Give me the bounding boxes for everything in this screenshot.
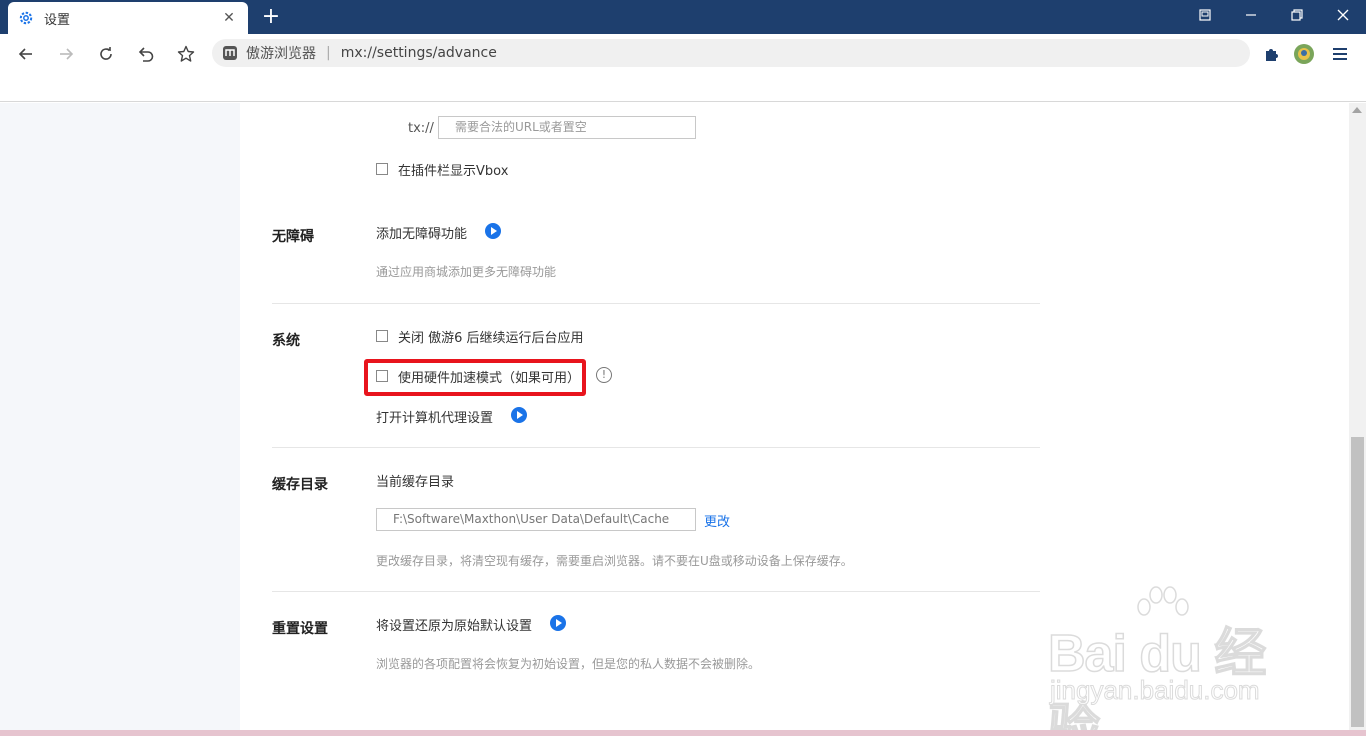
restore-icon bbox=[1291, 9, 1303, 21]
hamburger-menu-icon bbox=[1333, 48, 1347, 60]
arrow-right-icon bbox=[60, 48, 74, 60]
gear-icon bbox=[19, 11, 33, 25]
accessibility-section-title: 无障碍 bbox=[272, 229, 314, 245]
undo-icon bbox=[138, 47, 154, 62]
maxthon-icon bbox=[223, 46, 237, 60]
address-bar[interactable]: 傲游浏览器 | mx://settings/advance bbox=[212, 39, 1250, 67]
highlight-box bbox=[364, 359, 586, 396]
cache-path-input[interactable]: F:\Software\Maxthon\User Data\Default\Ca… bbox=[376, 508, 696, 531]
site-name: 傲游浏览器 bbox=[246, 46, 316, 62]
background-apps-checkbox[interactable] bbox=[376, 330, 388, 342]
add-accessibility-button[interactable] bbox=[485, 223, 501, 239]
add-accessibility-label: 添加无障碍功能 bbox=[376, 227, 468, 242]
proxy-scheme-label: tx:// bbox=[408, 121, 434, 136]
window-close-button[interactable] bbox=[1320, 0, 1366, 30]
profile-button[interactable] bbox=[1290, 40, 1318, 68]
puzzle-icon bbox=[1266, 49, 1278, 61]
close-icon[interactable]: ✕ bbox=[220, 10, 238, 26]
minimize-button[interactable] bbox=[1228, 0, 1274, 30]
back-button[interactable] bbox=[12, 40, 40, 68]
watermark-sub: jingyan.baidu.com bbox=[1050, 675, 1261, 706]
window-layout-button[interactable] bbox=[1182, 0, 1228, 30]
window-close-icon bbox=[1337, 9, 1349, 21]
divider bbox=[272, 447, 1040, 448]
forward-button[interactable] bbox=[52, 40, 80, 68]
undo-close-button[interactable] bbox=[132, 40, 160, 68]
vbox-label: 在插件栏显示Vbox bbox=[398, 164, 509, 179]
info-icon[interactable]: ! bbox=[596, 367, 612, 383]
divider bbox=[272, 591, 1040, 592]
reset-description: 浏览器的各项配置将会恢复为初始设置，但是您的私人数据不会被删除。 bbox=[376, 657, 761, 671]
accessibility-description: 通过应用商城添加更多无障碍功能 bbox=[376, 265, 557, 279]
avatar-icon bbox=[1294, 44, 1314, 64]
restore-button[interactable] bbox=[1274, 0, 1320, 30]
url-text[interactable]: mx://settings/advance bbox=[341, 45, 497, 61]
tab-settings[interactable]: 设置 ✕ bbox=[8, 2, 248, 34]
cache-description: 更改缓存目录，将清空现有缓存，需要重启浏览器。请不要在U盘或移动设备上保存缓存。 bbox=[376, 554, 853, 568]
restore-defaults-button[interactable] bbox=[550, 615, 566, 631]
vbox-checkbox[interactable] bbox=[376, 163, 388, 175]
window-layout-icon bbox=[1199, 9, 1211, 21]
proxy-settings-label: 打开计算机代理设置 bbox=[376, 411, 494, 426]
current-cache-label: 当前缓存目录 bbox=[376, 475, 455, 490]
menu-button[interactable] bbox=[1326, 40, 1354, 68]
baidu-jingyan-watermark: Bai du 经验 jingyan.baidu.com bbox=[1040, 583, 1300, 730]
extensions-button[interactable] bbox=[1258, 40, 1286, 68]
background-apps-label: 关闭 傲游6 后继续运行后台应用 bbox=[398, 331, 584, 346]
minimize-icon bbox=[1246, 14, 1256, 16]
settings-sidebar bbox=[0, 103, 240, 730]
new-tab-button[interactable]: + bbox=[258, 4, 284, 30]
omnibox-separator: | bbox=[326, 45, 331, 61]
title-bar: 设置 ✕ + bbox=[0, 0, 1366, 34]
change-cache-link[interactable]: 更改 bbox=[704, 511, 730, 530]
open-proxy-settings-button[interactable] bbox=[511, 407, 527, 423]
cache-section-title: 缓存目录 bbox=[272, 477, 328, 493]
arrow-left-icon bbox=[18, 48, 32, 60]
bookmark-button[interactable] bbox=[172, 40, 200, 68]
tab-title: 设置 bbox=[44, 12, 71, 28]
restore-defaults-label: 将设置还原为原始默认设置 bbox=[376, 619, 533, 634]
system-section-title: 系统 bbox=[272, 333, 300, 349]
settings-page: tx:// 需要合法的URL或者置空 在插件栏显示Vbox 无障碍 添加无障碍功… bbox=[0, 103, 1366, 730]
reload-icon bbox=[100, 47, 112, 60]
toolbar: 傲游浏览器 | mx://settings/advance bbox=[0, 34, 1366, 102]
divider bbox=[272, 303, 1040, 304]
star-icon bbox=[177, 45, 195, 62]
scrollbar-thumb[interactable] bbox=[1351, 437, 1364, 727]
proxy-url-input[interactable]: 需要合法的URL或者置空 bbox=[438, 116, 696, 139]
watermark-main: Bai du 经验 bbox=[1047, 624, 1267, 730]
scroll-up-arrow-icon[interactable] bbox=[1352, 107, 1362, 113]
reload-button[interactable] bbox=[92, 40, 120, 68]
taskbar-strip bbox=[0, 730, 1366, 736]
reset-section-title: 重置设置 bbox=[272, 621, 328, 637]
